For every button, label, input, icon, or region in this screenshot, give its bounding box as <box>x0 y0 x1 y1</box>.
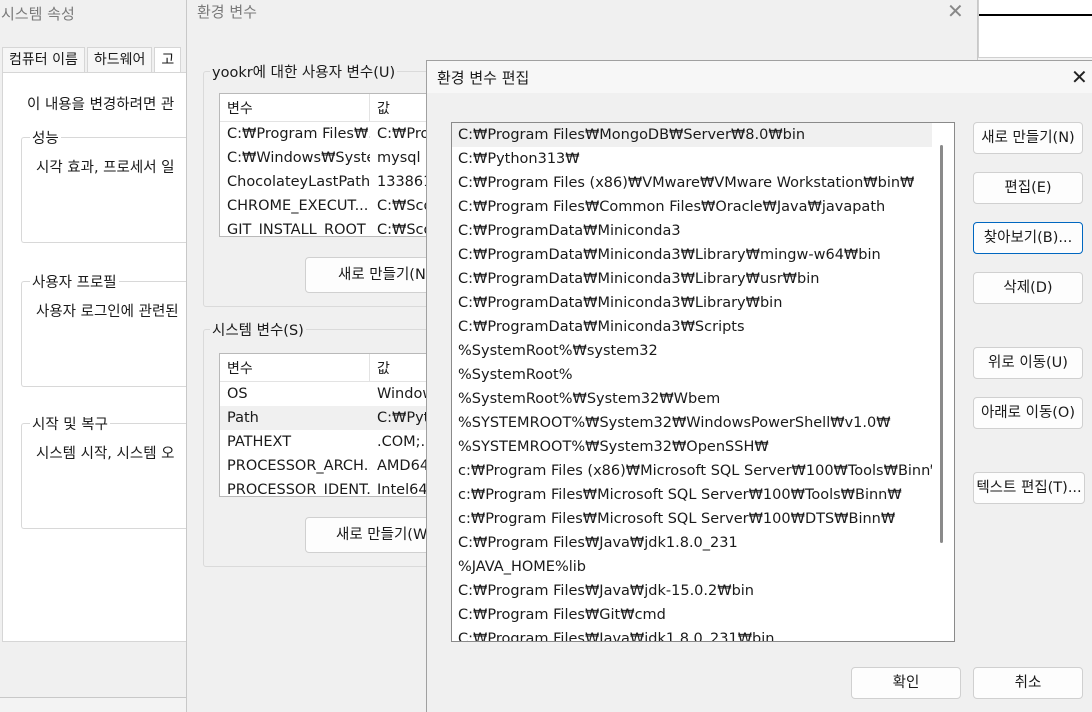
system-properties-title: 시스템 속성 <box>1 5 75 23</box>
table-row[interactable]: OS Window <box>220 382 458 406</box>
list-item[interactable]: %SYSTEMROOT%₩System32₩WindowsPowerShell₩… <box>452 411 932 435</box>
list-item[interactable]: C:₩Program Files₩Git₩cmd <box>452 603 932 627</box>
variable-name: PATHEXT <box>227 434 292 450</box>
table-row[interactable]: C:₩Windows₩Syste...mysql <box>220 146 458 170</box>
ok-button[interactable]: 확인 <box>851 667 961 699</box>
list-item[interactable]: %SYSTEMROOT%₩System32₩OpenSSH₩ <box>452 435 932 459</box>
list-item[interactable]: C:₩ProgramData₩Miniconda3 <box>452 219 932 243</box>
variable-name: PROCESSOR_IDENT... <box>227 482 370 497</box>
list-item[interactable]: %JAVA_HOME%lib <box>452 555 932 579</box>
column-header-variable[interactable]: 변수 <box>220 354 370 381</box>
move-down-button[interactable]: 아래로 이동(O) <box>973 397 1083 429</box>
table-row[interactable]: C:₩Program Files₩... C:₩Prog <box>220 122 458 146</box>
system-variables-legend: 시스템 변수(S) <box>210 319 306 340</box>
variable-name: CHROME_EXECUT... <box>227 198 369 214</box>
list-item[interactable]: C:₩ProgramData₩Miniconda3₩Scripts <box>452 315 932 339</box>
system-properties-window: 시스템 속성 컴퓨터 이름 하드웨어 고 이 내용을 변경하려면 관 성능 시각… <box>0 0 198 698</box>
list-item[interactable]: C:₩ProgramData₩Miniconda3₩Library₩mingw-… <box>452 243 932 267</box>
list-item[interactable]: C:₩Python313₩ <box>452 147 932 171</box>
list-item[interactable]: C:₩ProgramData₩Miniconda3₩Library₩bin <box>452 291 932 315</box>
variable-name: Path <box>227 410 259 426</box>
edit-text-button[interactable]: 텍스트 편집(T)... <box>973 472 1085 504</box>
tab-hardware[interactable]: 하드웨어 <box>86 47 153 73</box>
list-item[interactable]: %SystemRoot% <box>452 363 932 387</box>
table-row[interactable]: CHROME_EXECUT... C:₩Scoo <box>220 194 458 218</box>
tab-advanced[interactable]: 고 <box>154 47 182 73</box>
performance-group: 성능 시각 효과, 프로세서 일 <box>21 127 197 243</box>
list-item[interactable]: C:₩Program Files (x86)₩VMware₩VMware Wor… <box>452 171 932 195</box>
list-item[interactable]: C:₩ProgramData₩Miniconda3₩Library₩usr₩bi… <box>452 267 932 291</box>
variable-name: GIT_INSTALL_ROOT <box>227 222 366 237</box>
variable-name: C:₩Windows₩Syste... <box>227 150 370 166</box>
list-item[interactable]: C:₩Program Files₩Common Files₩Oracle₩Jav… <box>452 195 932 219</box>
edit-env-var-dialog: 환경 변수 편집 ✕ C:₩Program Files₩MongoDB₩Serv… <box>426 60 1092 712</box>
cancel-button[interactable]: 취소 <box>973 667 1083 699</box>
browse-button[interactable]: 찾아보기(B)... <box>973 222 1083 254</box>
list-item[interactable]: C:₩Program Files₩Java₩jdk1.8.0_231 <box>452 531 932 555</box>
startup-recovery-legend: 시작 및 복구 <box>30 413 110 434</box>
variable-name: PROCESSOR_ARCH... <box>227 458 370 474</box>
user-variables-legend: yookr에 대한 사용자 변수(U) <box>210 61 398 82</box>
variable-name: OS <box>227 386 248 402</box>
close-icon[interactable]: ✕ <box>1071 65 1088 89</box>
system-variables-table[interactable]: 변수 값 OS Window Path C:₩Pyth PATHEXT .COM;.E… <box>219 353 459 497</box>
list-item[interactable]: C:₩Program Files₩Java₩jdk-15.0.2₩bin <box>452 579 932 603</box>
list-item[interactable]: c:₩Program Files₩Microsoft SQL Server₩10… <box>452 507 932 531</box>
window-band <box>979 14 1092 16</box>
user-profile-desc: 사용자 로그인에 관련된 <box>36 304 179 320</box>
table-row[interactable]: PATHEXT .COM;.E <box>220 430 458 454</box>
variable-name: C:₩Program Files₩... <box>227 126 370 142</box>
variable-name: ChocolateyLastPath... <box>227 174 370 190</box>
table-row[interactable]: PROCESSOR_IDENT... Intel64 <box>220 478 458 497</box>
move-up-button[interactable]: 위로 이동(U) <box>973 347 1083 379</box>
tab-computer-name[interactable]: 컴퓨터 이름 <box>2 47 85 73</box>
admin-note: 이 내용을 변경하려면 관 <box>27 97 175 113</box>
list-item[interactable]: %SystemRoot%₩system32 <box>452 339 932 363</box>
list-item-selected[interactable]: C:₩Program Files₩MongoDB₩Server₩8.0₩bin <box>452 123 932 147</box>
column-header-variable[interactable]: 변수 <box>220 94 370 121</box>
dialog-title: 환경 변수 편집 <box>437 69 530 87</box>
new-button[interactable]: 새로 만들기(N) <box>973 122 1083 154</box>
table-header: 변수 값 <box>220 94 458 122</box>
user-profile-group: 사용자 프로필 사용자 로그인에 관련된 <box>21 271 197 387</box>
performance-legend: 성능 <box>30 127 61 148</box>
table-row[interactable]: ChocolateyLastPath... 1338614 <box>220 170 458 194</box>
path-list[interactable]: C:₩Program Files₩MongoDB₩Server₩8.0₩bin … <box>451 122 955 642</box>
table-row[interactable]: GIT_INSTALL_ROOT C:₩Scoo <box>220 218 458 237</box>
system-properties-tabs: 컴퓨터 이름 하드웨어 고 <box>2 47 183 73</box>
environment-variables-title: 환경 변수 <box>197 3 257 21</box>
table-row[interactable]: PROCESSOR_ARCH... AMD64 <box>220 454 458 478</box>
vertical-scrollbar[interactable] <box>940 145 943 543</box>
list-item[interactable]: C:₩Program Files₩Java₩jdk1.8.0_231₩bin <box>452 627 932 641</box>
list-item[interactable]: c:₩Program Files (x86)₩Microsoft SQL Ser… <box>452 459 932 483</box>
close-icon[interactable]: ✕ <box>947 0 964 23</box>
table-row-selected[interactable]: Path C:₩Pyth <box>220 406 458 430</box>
startup-recovery-desc: 시스템 시작, 시스템 오 <box>36 446 175 462</box>
user-variables-table[interactable]: 변수 값 C:₩Program Files₩... C:₩Prog C:₩Wind… <box>219 93 459 237</box>
delete-button[interactable]: 삭제(D) <box>973 272 1083 304</box>
startup-recovery-group: 시작 및 복구 시스템 시작, 시스템 오 <box>21 413 197 529</box>
table-header: 변수 값 <box>220 354 458 382</box>
list-item[interactable]: %SystemRoot%₩System32₩Wbem <box>452 387 932 411</box>
user-profile-legend: 사용자 프로필 <box>30 271 119 292</box>
background-window-partial <box>978 0 1092 58</box>
edit-button[interactable]: 편집(E) <box>973 172 1083 204</box>
list-item[interactable]: c:₩Program Files₩Microsoft SQL Server₩10… <box>452 483 932 507</box>
performance-desc: 시각 효과, 프로세서 일 <box>36 160 175 176</box>
